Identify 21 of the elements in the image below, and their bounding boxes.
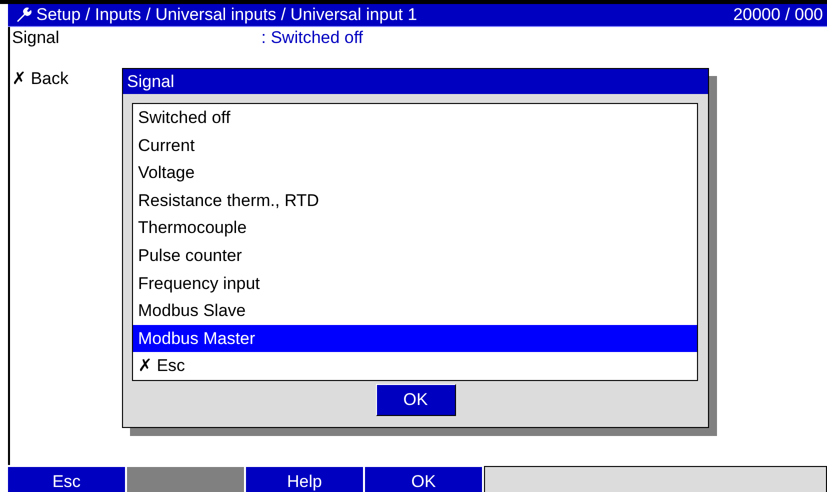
option-item[interactable]: Modbus Slave — [133, 297, 697, 325]
option-item[interactable]: Current — [133, 132, 697, 160]
option-item[interactable]: Switched off — [133, 104, 697, 132]
dialog-title: Signal — [127, 70, 174, 93]
screen-code: 20000 / 000 — [733, 4, 823, 26]
ok-button[interactable]: OK — [376, 384, 456, 416]
option-item[interactable]: Frequency input — [133, 270, 697, 298]
option-item[interactable]: Pulse counter — [133, 242, 697, 270]
wrench-icon — [16, 7, 32, 23]
breadcrumb-path: Setup / Inputs / Universal inputs / Universal input 1 — [36, 4, 418, 26]
back-item[interactable]: ✗ Back — [12, 66, 69, 92]
option-item[interactable]: Thermocouple — [133, 214, 697, 242]
softkey-button[interactable]: Esc — [8, 466, 125, 492]
option-item[interactable]: Voltage — [133, 159, 697, 187]
option-item[interactable]: Modbus Master — [133, 324, 697, 352]
softkey-button[interactable]: OK — [365, 466, 482, 492]
setting-label[interactable]: Signal — [12, 25, 60, 51]
option-item[interactable]: Resistance therm., RTD — [133, 186, 697, 214]
option-item[interactable]: ✗ Esc — [133, 352, 697, 380]
softkey-button[interactable]: Help — [246, 466, 363, 492]
setting-value: : Switched off — [261, 27, 364, 50]
